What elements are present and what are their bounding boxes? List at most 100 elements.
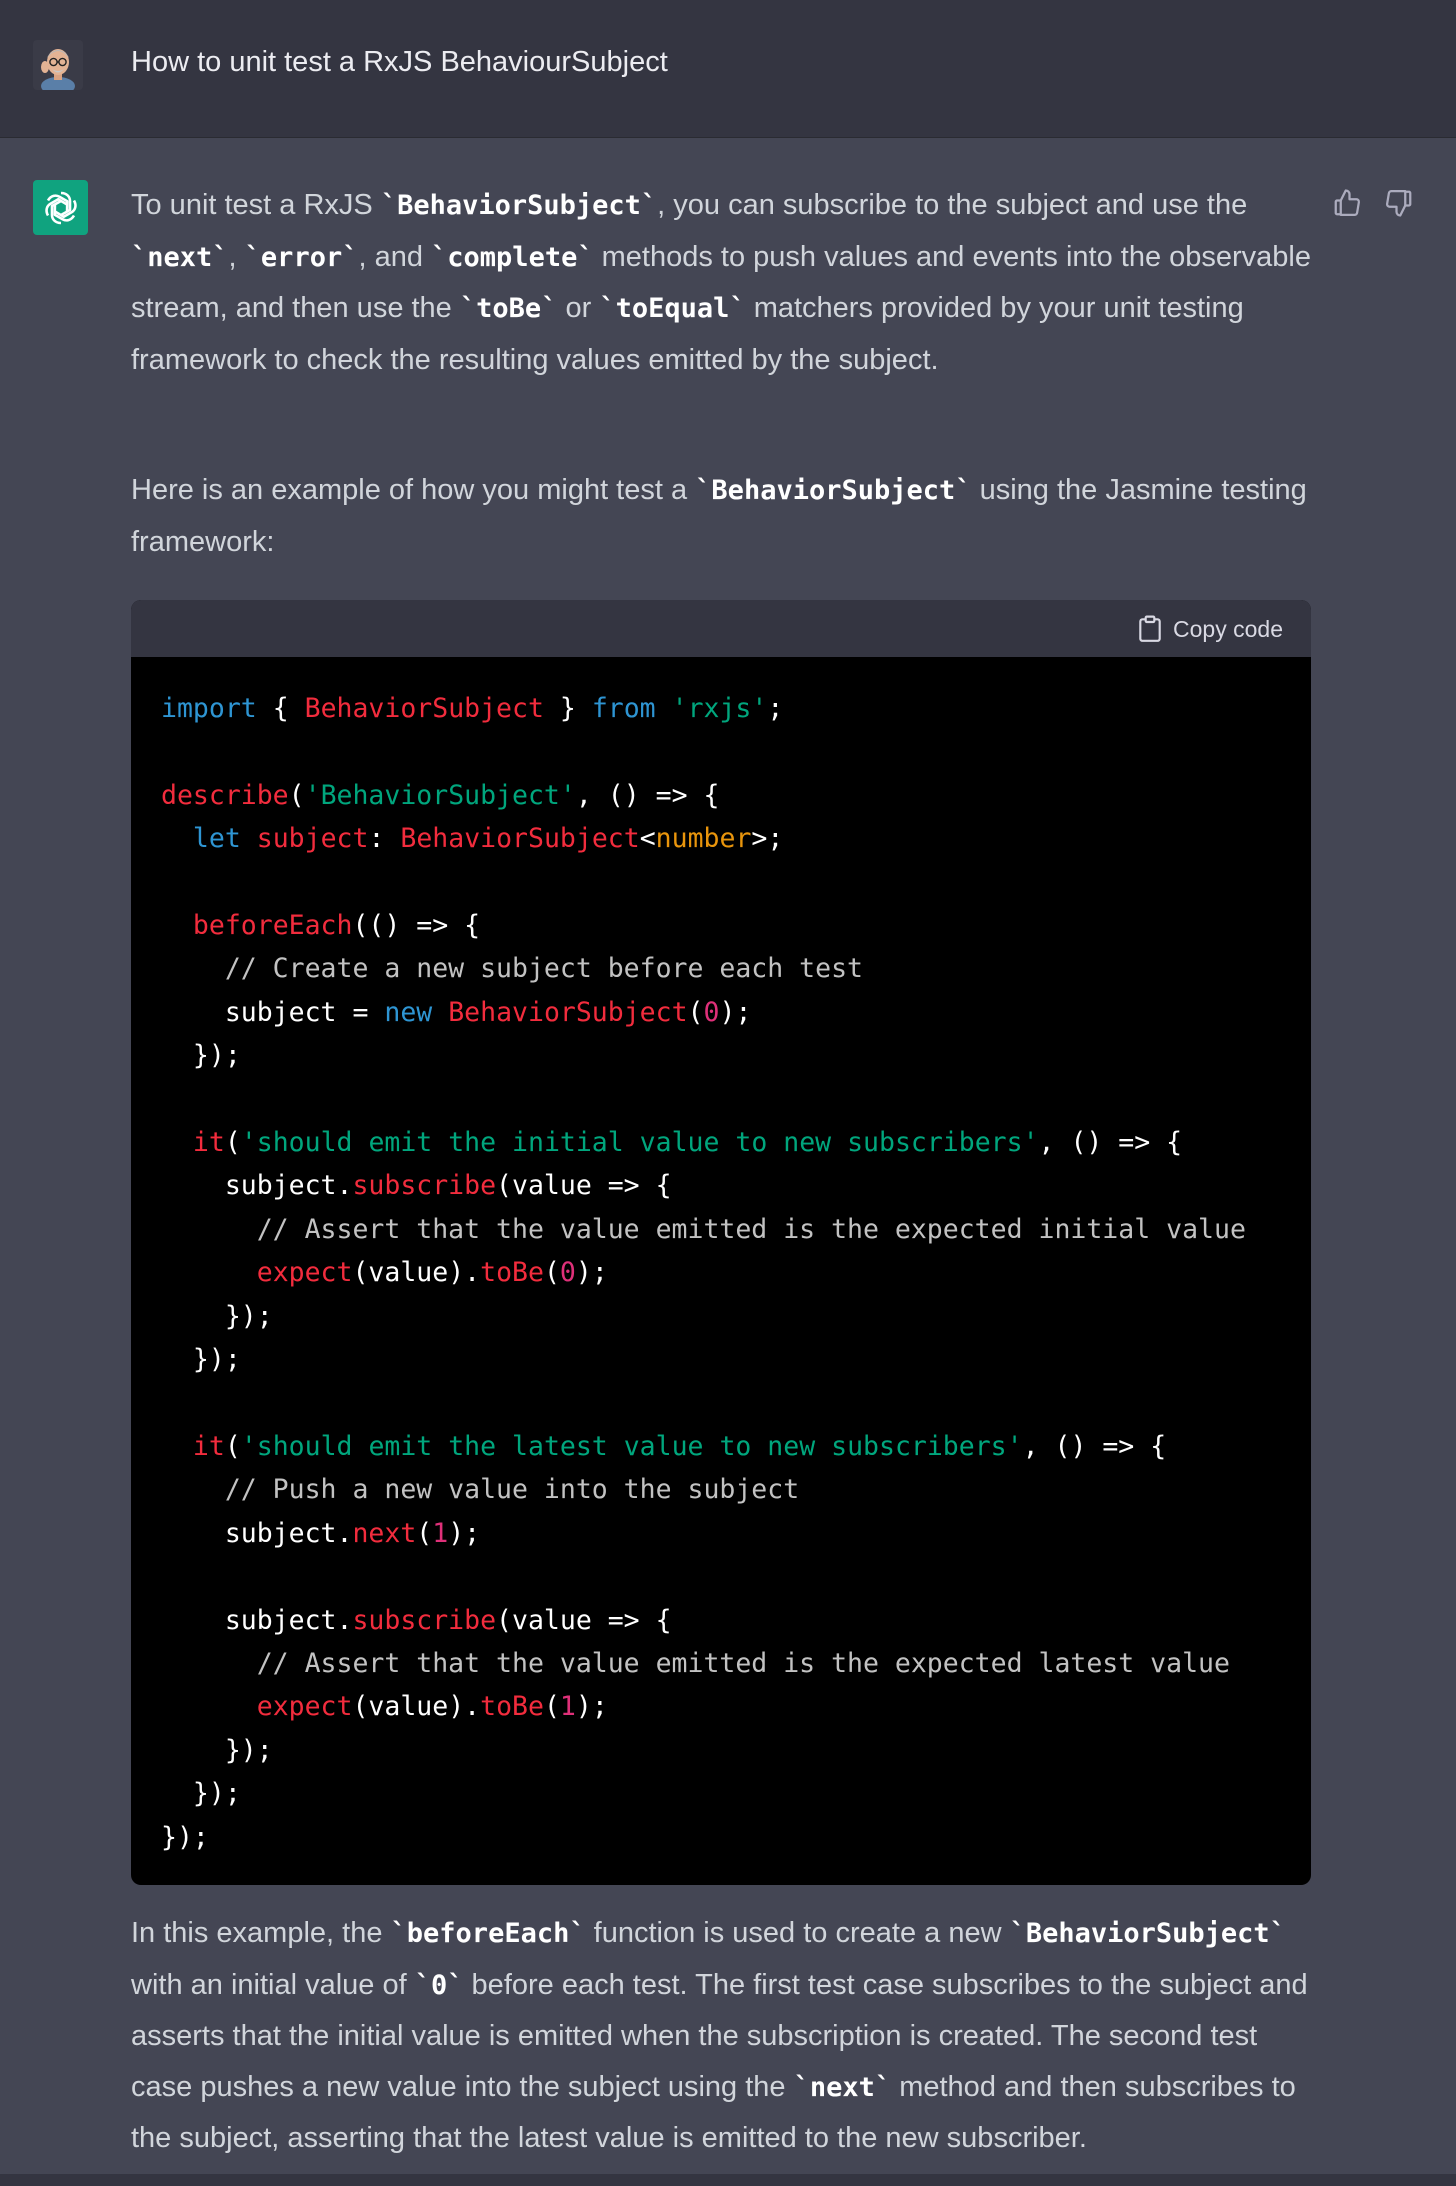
assistant-message-row: To unit test a RxJS `BehaviorSubject`, y… xyxy=(0,138,1456,2174)
code-content: import { BehaviorSubject } from 'rxjs'; … xyxy=(131,657,1311,1885)
code-token: : xyxy=(368,823,401,855)
code-token: expect xyxy=(256,1257,353,1289)
code-line: }); xyxy=(161,1822,209,1853)
inline-code: `error` xyxy=(244,241,359,273)
code-token: >; xyxy=(751,823,784,855)
user-avatar xyxy=(33,40,83,90)
inline-code: `BehaviorSubject` xyxy=(695,475,972,506)
inline-code: `toEqual` xyxy=(599,293,746,324)
code-token: it xyxy=(192,1430,225,1462)
code-token: 0 xyxy=(559,1257,576,1289)
code-token: number xyxy=(655,823,752,855)
code-token: subscribe xyxy=(352,1170,497,1202)
code-token: 1 xyxy=(432,1517,449,1549)
paragraph-text: Here is an example of how you might test… xyxy=(131,474,696,506)
code-token: ( xyxy=(543,1691,560,1723)
intro-paragraph: To unit test a RxJS `BehaviorSubject`, y… xyxy=(131,180,1311,385)
user-message-text: How to unit test a RxJS BehaviourSubject xyxy=(131,46,668,78)
inline-code: `next` xyxy=(131,241,229,273)
code-token: toBe xyxy=(480,1257,544,1289)
code-line: describe('BehaviorSubject', () => { xyxy=(161,780,719,811)
code-line: subject.subscribe(value => { xyxy=(161,1170,672,1201)
inline-code: `BehaviorSubject` xyxy=(1009,1918,1286,1949)
inline-code: `toBe` xyxy=(459,293,558,324)
code-token: let xyxy=(192,823,241,855)
code-token: subject. xyxy=(161,1170,353,1202)
code-token: }); xyxy=(161,1821,209,1853)
inline-code: `next` xyxy=(793,2071,892,2103)
user-message-row: How to unit test a RxJS BehaviourSubject xyxy=(0,0,1456,138)
inline-code: `BehaviorSubject` xyxy=(380,190,658,221)
code-token: ( xyxy=(543,1257,560,1289)
code-token: , () => { xyxy=(1038,1127,1183,1159)
code-token: 'should emit the initial value to new su… xyxy=(240,1127,1039,1159)
code-line: }); xyxy=(161,1778,241,1809)
code-token: describe xyxy=(161,779,289,811)
code-line: expect(value).toBe(1); xyxy=(161,1691,608,1722)
code-token: subscribe xyxy=(352,1604,497,1636)
code-token: // Push a new value into the subject xyxy=(161,1474,800,1506)
code-line: }); xyxy=(161,1040,241,1071)
code-token: BehaviorSubject xyxy=(448,996,688,1028)
code-token: }); xyxy=(161,1300,273,1332)
code-token: next xyxy=(352,1517,417,1549)
code-line: let subject: BehaviorSubject<number>; xyxy=(161,823,783,854)
code-token: ); xyxy=(575,1691,608,1723)
code-token: // Assert that the value emitted is the … xyxy=(161,1213,1246,1245)
code-token: BehaviorSubject xyxy=(400,823,640,855)
code-token: subject xyxy=(256,823,369,855)
code-token: // Create a new subject before each test xyxy=(161,953,863,985)
code-token: , () => { xyxy=(1022,1430,1167,1462)
code-line: subject.subscribe(value => { xyxy=(161,1605,672,1636)
inline-code: `0` xyxy=(414,1969,464,2001)
code-token: (() => { xyxy=(352,910,481,942)
clipboard-icon xyxy=(1139,615,1161,642)
code-token: BehaviorSubject xyxy=(304,693,544,724)
copy-code-label: Copy code xyxy=(1173,615,1283,642)
code-token: expect xyxy=(256,1691,353,1723)
code-line: // Create a new subject before each test xyxy=(161,953,863,984)
code-token: ( xyxy=(224,1127,241,1159)
code-token: ( xyxy=(224,1430,241,1462)
code-token: }); xyxy=(161,1734,273,1766)
inline-code: `complete` xyxy=(431,241,594,273)
code-block-header: Copy code xyxy=(131,600,1311,657)
inline-code: `beforeEach` xyxy=(390,1918,586,1949)
code-token: }); xyxy=(161,1040,241,1072)
paragraph-text: function is used to create a new xyxy=(585,1917,1010,1949)
code-token: subject. xyxy=(161,1517,353,1549)
code-line: }); xyxy=(161,1735,273,1766)
code-token: }); xyxy=(161,1344,241,1376)
thumbs-down-icon[interactable] xyxy=(1382,186,1416,220)
paragraph-text: or xyxy=(557,292,600,324)
code-line: beforeEach(() => { xyxy=(161,910,480,941)
code-token: ( xyxy=(687,996,704,1028)
code-token: ); xyxy=(575,1257,608,1289)
code-token: 'rxjs' xyxy=(671,693,768,724)
paragraph-text: , you can subscribe to the subject and u… xyxy=(657,189,1248,221)
code-token: < xyxy=(639,823,656,855)
code-line: }); xyxy=(161,1301,273,1332)
code-token: 1 xyxy=(559,1691,576,1723)
code-token: toBe xyxy=(480,1691,544,1723)
code-token: (value). xyxy=(352,1691,481,1723)
copy-code-button[interactable]: Copy code xyxy=(1137,613,1283,645)
code-token: 'BehaviorSubject' xyxy=(304,779,576,811)
code-token: new xyxy=(384,996,433,1028)
paragraph-text: To unit test a RxJS xyxy=(131,189,381,221)
code-line: // Assert that the value emitted is the … xyxy=(161,1648,1230,1679)
code-token: , () => { xyxy=(575,779,720,811)
paragraph-text: with an initial value of xyxy=(131,1968,415,2001)
code-token: ( xyxy=(288,779,305,811)
code-token: it xyxy=(192,1127,225,1159)
code-line: import { BehaviorSubject } from 'rxjs'; xyxy=(161,693,783,724)
thumbs-up-icon[interactable] xyxy=(1330,186,1364,220)
